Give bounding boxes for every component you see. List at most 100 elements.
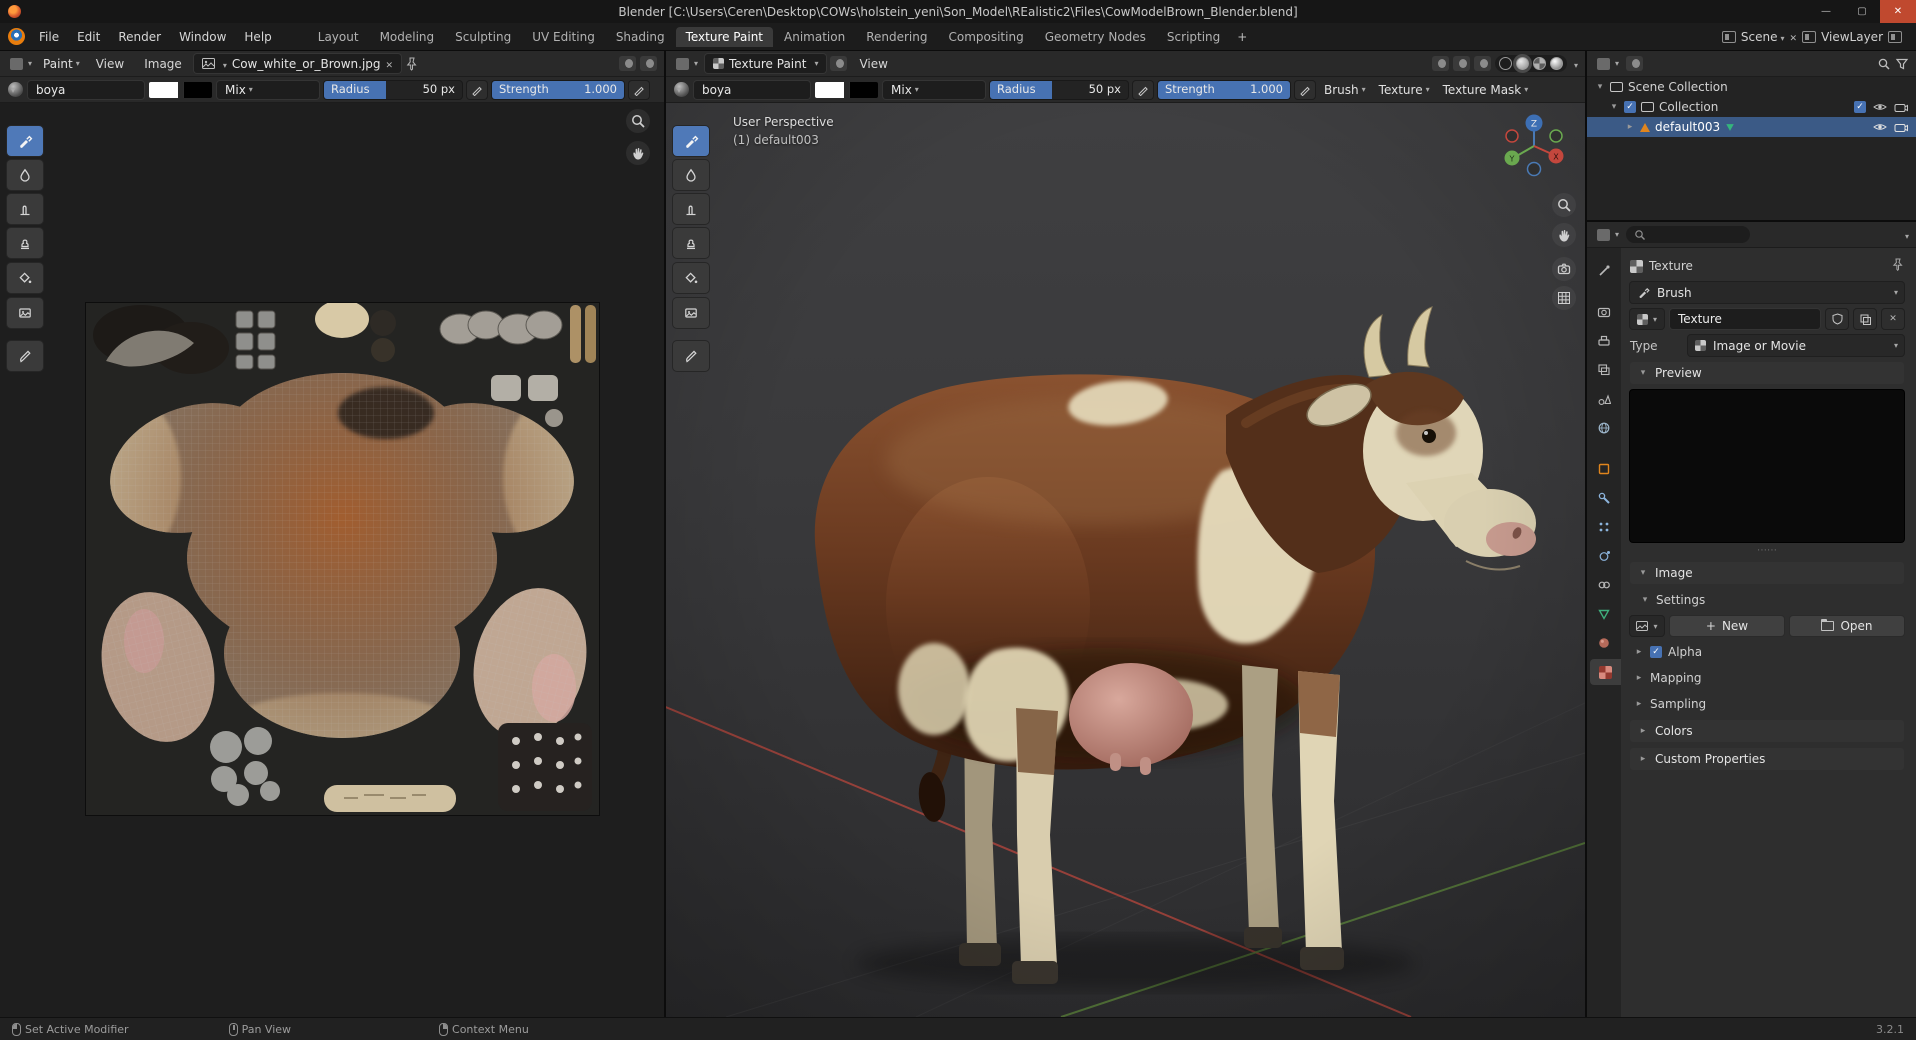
tab-compositing[interactable]: Compositing xyxy=(938,27,1033,47)
viewlayer-new-icon[interactable] xyxy=(1888,30,1902,43)
outliner-row-scene-collection[interactable]: ▾ Scene Collection xyxy=(1587,77,1916,97)
tab-view-layer[interactable] xyxy=(1587,357,1621,383)
hide-eye-icon[interactable] xyxy=(1873,122,1887,132)
alpha-row[interactable]: ▸ Alpha xyxy=(1630,642,1904,662)
viewport-canvas[interactable] xyxy=(666,103,1585,1017)
tab-shading[interactable]: Shading xyxy=(606,27,675,47)
menu-file[interactable]: File xyxy=(31,28,67,46)
tool-annotate-button[interactable] xyxy=(7,341,43,371)
filter-options-caret[interactable] xyxy=(1902,228,1909,242)
unlink-texture-icon[interactable] xyxy=(1882,309,1904,329)
falloff-icon[interactable] xyxy=(830,56,848,71)
image-sidebar-icon[interactable] xyxy=(640,56,657,71)
mapping-row[interactable]: ▸ Mapping xyxy=(1630,668,1904,688)
scene-selector[interactable]: Scene xyxy=(1741,30,1785,44)
new-image-button[interactable]: New xyxy=(1670,616,1784,636)
tab-modeling[interactable]: Modeling xyxy=(370,27,445,47)
sampling-row[interactable]: ▸ Sampling xyxy=(1630,694,1904,714)
strength-slider[interactable]: Strength 1.000 xyxy=(492,80,624,99)
gizmos-icon[interactable] xyxy=(1452,56,1470,71)
strength-pressure-icon[interactable] xyxy=(629,80,649,99)
mode-dropdown[interactable]: Texture Paint xyxy=(705,54,827,73)
tool-clone-button[interactable] xyxy=(7,228,43,258)
hide-eye-icon[interactable] xyxy=(1873,102,1887,112)
blender-logo-icon[interactable] xyxy=(8,28,25,45)
unlink-image-icon[interactable] xyxy=(386,57,394,71)
display-mode-icon[interactable] xyxy=(1626,56,1644,71)
uv-texture-image[interactable] xyxy=(86,303,599,815)
tab-geometry-nodes[interactable]: Geometry Nodes xyxy=(1035,27,1156,47)
brush-popover[interactable]: Brush xyxy=(1320,81,1370,99)
brush-preview-icon[interactable] xyxy=(674,82,689,97)
tab-scene[interactable] xyxy=(1587,386,1621,412)
tool-soften-button[interactable] xyxy=(673,160,709,190)
tab-output[interactable] xyxy=(1587,328,1621,354)
radius-slider[interactable]: Radius 50 px xyxy=(324,80,462,99)
tab-scripting[interactable]: Scripting xyxy=(1157,27,1230,47)
tool-fill-button[interactable] xyxy=(673,263,709,293)
shading-solid-icon[interactable] xyxy=(1515,57,1529,70)
tab-physics[interactable] xyxy=(1587,543,1621,569)
tab-texture[interactable] xyxy=(1590,659,1621,685)
properties-search-input[interactable] xyxy=(1626,226,1751,243)
image-browse-dropdown[interactable] xyxy=(1630,616,1664,636)
texture-name-field[interactable]: Texture xyxy=(1670,309,1820,329)
tab-modifiers[interactable] xyxy=(1587,485,1621,511)
shading-wireframe-icon[interactable] xyxy=(1498,57,1512,70)
brush-name-field[interactable]: boya xyxy=(694,80,810,99)
outliner-row-default003[interactable]: ▸ default003 xyxy=(1587,117,1916,137)
collection-enable-checkbox[interactable] xyxy=(1624,101,1636,113)
radius-pressure-icon[interactable] xyxy=(467,80,487,99)
new-copy-icon[interactable] xyxy=(1854,309,1876,329)
tab-uv-editing[interactable]: UV Editing xyxy=(522,27,605,47)
section-colors[interactable]: ▸ Colors xyxy=(1630,720,1904,742)
pin-icon[interactable] xyxy=(405,57,418,71)
menu-image[interactable]: Image xyxy=(136,55,190,73)
tab-animation[interactable]: Animation xyxy=(774,27,855,47)
editor-type-icon[interactable] xyxy=(1594,56,1622,72)
menu-edit[interactable]: Edit xyxy=(69,28,108,46)
section-image[interactable]: ▾ Image xyxy=(1630,562,1904,584)
subsection-settings[interactable]: ▾ Settings xyxy=(1630,590,1904,610)
tool-clone-button[interactable] xyxy=(673,228,709,258)
tool-soften-button[interactable] xyxy=(7,160,43,190)
texture-mask-popover[interactable]: Texture Mask xyxy=(1439,81,1533,99)
camera-view-icon[interactable] xyxy=(1552,257,1576,281)
pan-3d-icon[interactable] xyxy=(1552,223,1576,247)
search-icon[interactable] xyxy=(1877,57,1891,71)
texture-preview-box[interactable] xyxy=(1630,390,1904,542)
display-channels-icon[interactable] xyxy=(619,56,636,71)
minimize-button[interactable]: — xyxy=(1808,0,1844,23)
viewlayer-selector[interactable]: ViewLayer xyxy=(1821,30,1883,44)
ortho-toggle-icon[interactable] xyxy=(1552,286,1576,310)
preview-resize-grip[interactable]: ⋯⋯ xyxy=(1630,546,1904,556)
brush-preview-icon[interactable] xyxy=(8,82,23,97)
tab-object-data[interactable] xyxy=(1587,601,1621,627)
tab-world[interactable] xyxy=(1587,415,1621,441)
radius-slider[interactable]: Radius 50 px xyxy=(990,80,1128,99)
tool-smear-button[interactable] xyxy=(7,194,43,224)
tab-tool[interactable] xyxy=(1587,258,1621,284)
zoom-2d-icon[interactable] xyxy=(626,109,650,133)
pan-2d-icon[interactable] xyxy=(626,141,650,165)
expand-caret-icon[interactable]: ▸ xyxy=(1625,122,1635,132)
maximize-button[interactable]: ▢ xyxy=(1844,0,1880,23)
blend-mode-dropdown[interactable]: Mix xyxy=(217,80,319,99)
viewlayer-browse-icon[interactable] xyxy=(1802,30,1817,43)
type-dropdown[interactable]: Image or Movie xyxy=(1688,335,1904,356)
paint-mode-dropdown[interactable]: Paint xyxy=(39,55,84,73)
section-custom-properties[interactable]: ▸ Custom Properties xyxy=(1630,748,1904,770)
brush-selector-dropdown[interactable]: Brush xyxy=(1630,282,1904,303)
scene-browse-icon[interactable] xyxy=(1721,30,1736,43)
navigation-gizmo[interactable]: Z Y X xyxy=(1499,111,1569,181)
fake-user-shield-icon[interactable] xyxy=(1826,309,1848,329)
editor-type-icon[interactable] xyxy=(1594,227,1622,243)
scene-unlink-icon[interactable] xyxy=(1790,30,1798,44)
object-visibility-icon[interactable] xyxy=(1431,56,1449,71)
brush-name-field[interactable]: boya xyxy=(28,80,144,99)
primary-color-swatch[interactable] xyxy=(815,81,844,98)
menu-help[interactable]: Help xyxy=(236,28,279,46)
image-datablock[interactable]: Cow_white_or_Brown.jpg xyxy=(193,54,402,73)
radius-pressure-icon[interactable] xyxy=(1133,80,1153,99)
shading-rendered-icon[interactable] xyxy=(1549,57,1563,70)
